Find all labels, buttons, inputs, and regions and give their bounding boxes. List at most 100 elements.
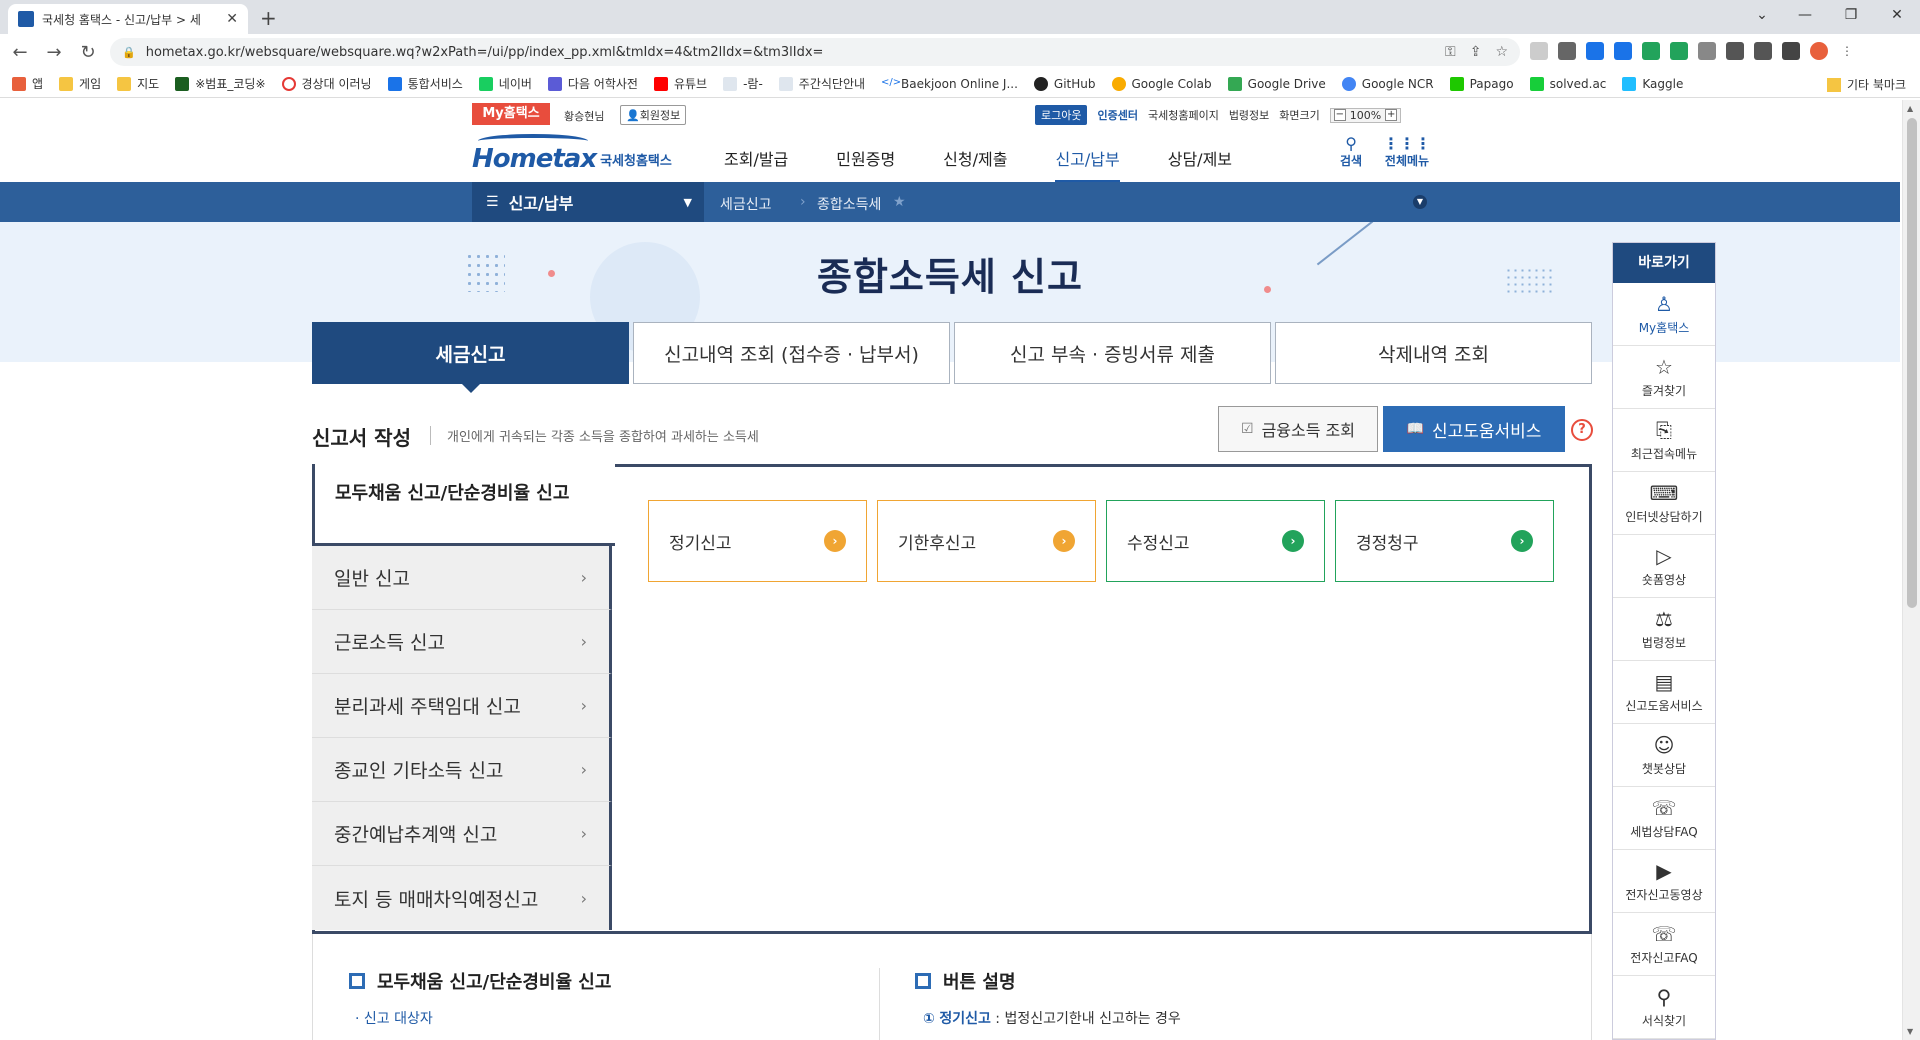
menu-item[interactable]: 근로소득 신고 ›: [312, 610, 612, 674]
browser-menu-icon[interactable]: ⋮: [1838, 42, 1856, 60]
menu-item[interactable]: 일반 신고 ›: [312, 546, 612, 610]
my-hometax-button[interactable]: My홈택스: [472, 103, 550, 125]
scroll-up-icon[interactable]: ▲: [1907, 104, 1913, 113]
quick-link-efiling-faq[interactable]: ☏ 전자신고FAQ: [1613, 913, 1715, 976]
tab-search-icon[interactable]: ⌄: [1742, 0, 1782, 34]
expand-chevron-icon[interactable]: ▼: [1413, 195, 1427, 209]
quick-link-my-hometax[interactable]: ♙ My홈택스: [1613, 283, 1715, 346]
scroll-down-icon[interactable]: ▼: [1907, 1027, 1913, 1036]
tab-submit-documents[interactable]: 신고 부속 · 증빙서류 제출: [954, 322, 1271, 384]
bookmark-item[interactable]: 통합서비스: [387, 75, 463, 92]
quick-link-shortform[interactable]: ▷ 숏폼영상: [1613, 535, 1715, 598]
bookmark-item[interactable]: 앱: [12, 75, 43, 92]
bookmark-item[interactable]: Papago: [1449, 76, 1514, 91]
quick-link-law[interactable]: ⚖ 법령정보: [1613, 598, 1715, 661]
menu-item[interactable]: 분리과세 주택임대 신고 ›: [312, 674, 612, 738]
scroll-thumb[interactable]: [1907, 118, 1917, 608]
tab-deleted-history[interactable]: 삭제내역 조회: [1275, 322, 1592, 384]
reading-list-icon[interactable]: [1754, 42, 1772, 60]
zoom-in-button[interactable]: +: [1385, 109, 1398, 121]
regular-filing-card[interactable]: 정기신고 ›: [648, 500, 867, 582]
url-text[interactable]: hometax.go.kr/websquare/websquare.wq?w2x…: [146, 45, 1431, 60]
extension-icon[interactable]: [1698, 42, 1716, 60]
maximize-icon[interactable]: ❐: [1828, 0, 1874, 34]
menu-item[interactable]: 종교인 기타소득 신고 ›: [312, 738, 612, 802]
side-panel-icon[interactable]: [1782, 42, 1800, 60]
hometax-logo[interactable]: Hometax 국세청홈택스: [472, 132, 672, 174]
bookmark-item[interactable]: 지도: [117, 75, 159, 92]
gnb-item[interactable]: 민원증명: [836, 146, 895, 183]
bookmark-item[interactable]: 경상대 이러닝: [281, 75, 372, 92]
amended-filing-card[interactable]: 수정신고 ›: [1106, 500, 1325, 582]
puzzle-icon[interactable]: [1726, 42, 1744, 60]
back-icon[interactable]: ←: [6, 42, 34, 63]
quick-link-forms[interactable]: ⚲ 서식찾기: [1613, 976, 1715, 1039]
quick-link-efiling-video[interactable]: ▶ 전자신고동영상: [1613, 850, 1715, 913]
page-scrollbar[interactable]: ▲ ▼: [1902, 100, 1920, 1040]
filing-help-button[interactable]: 📖 신고도움서비스: [1383, 406, 1565, 452]
bookmark-item[interactable]: ※범표_코딩※: [175, 75, 266, 92]
bookmark-item[interactable]: solved.ac: [1529, 76, 1606, 91]
bookmark-item[interactable]: 다음 어학사전: [547, 75, 638, 92]
extension-icon[interactable]: [1558, 42, 1576, 60]
nts-homepage-link[interactable]: 국세청홈페이지: [1148, 107, 1219, 123]
bookmark-item[interactable]: Google Colab: [1111, 76, 1212, 91]
help-question-icon[interactable]: ?: [1571, 419, 1593, 441]
law-info-link[interactable]: 법령정보: [1229, 107, 1269, 123]
bookmark-item[interactable]: Kaggle: [1622, 76, 1683, 91]
category-menu[interactable]: ☰ 신고/납부 ▼: [472, 182, 704, 222]
bookmark-item[interactable]: Google NCR: [1341, 76, 1434, 91]
bookmark-item[interactable]: 게임: [59, 75, 101, 92]
bookmark-item[interactable]: </> Baekjoon Online J...: [881, 76, 1018, 91]
new-tab-button[interactable]: +: [260, 6, 277, 30]
search-button[interactable]: ⚲ 검색: [1340, 136, 1362, 169]
cert-center-link[interactable]: 인증센터: [1097, 107, 1137, 123]
zoom-out-button[interactable]: −: [1333, 109, 1346, 121]
tab-tax-filing[interactable]: 세금신고: [312, 322, 629, 393]
profile-avatar-icon[interactable]: [1810, 42, 1828, 60]
favorite-star-icon[interactable]: ★: [893, 194, 906, 210]
breadcrumb-item[interactable]: 종합소득세: [817, 194, 881, 214]
quick-link-consult[interactable]: ⌨ 인터넷상담하기: [1613, 472, 1715, 535]
info-link[interactable]: · 신고 대상자: [355, 1008, 433, 1028]
gnb-item-active[interactable]: 신고/납부: [1055, 146, 1120, 183]
bookmark-star-icon[interactable]: ☆: [1495, 44, 1508, 60]
key-icon[interactable]: ⚿: [1445, 44, 1456, 60]
extension-icon[interactable]: [1614, 42, 1632, 60]
quick-link-favorites[interactable]: ☆ 즐겨찾기: [1613, 346, 1715, 409]
bookmark-item[interactable]: 주간식단안내: [778, 75, 865, 92]
extension-icon[interactable]: [1642, 42, 1660, 60]
extension-icon[interactable]: [1530, 42, 1548, 60]
other-bookmarks[interactable]: 기타 북마크: [1826, 76, 1906, 93]
forward-icon[interactable]: →: [40, 42, 68, 63]
quick-link-tax-faq[interactable]: ☏ 세법상담FAQ: [1613, 787, 1715, 850]
browser-tab[interactable]: 국세청 홈택스 - 신고/납부 > 세 ✕: [8, 4, 248, 34]
gnb-item[interactable]: 신청/제출: [943, 146, 1007, 183]
late-filing-card[interactable]: 기한후신고 ›: [877, 500, 1096, 582]
address-bar[interactable]: 🔒 hometax.go.kr/websquare/websquare.wq?w…: [110, 38, 1520, 66]
extension-icon[interactable]: [1586, 42, 1604, 60]
lock-icon[interactable]: 🔒: [122, 46, 136, 59]
minimize-icon[interactable]: —: [1782, 0, 1828, 34]
menu-item[interactable]: 중간예납추계액 신고 ›: [312, 802, 612, 866]
quick-link-chatbot[interactable]: ☺ 챗봇상담: [1613, 724, 1715, 787]
gnb-item[interactable]: 상담/제보: [1168, 146, 1232, 183]
bookmark-item[interactable]: GitHub: [1033, 76, 1096, 91]
bookmark-item[interactable]: -람-: [723, 75, 763, 92]
tab-close-icon[interactable]: ✕: [226, 11, 238, 27]
reload-icon[interactable]: ↻: [74, 42, 102, 63]
logout-button[interactable]: 로그아웃: [1035, 105, 1088, 125]
menu-item-active[interactable]: 모두채움 신고/단순경비율 신고: [312, 464, 615, 546]
member-info-button[interactable]: 👤회원정보: [620, 105, 687, 125]
quick-link-filing-help[interactable]: ▤ 신고도움서비스: [1613, 661, 1715, 724]
bookmark-item[interactable]: Google Drive: [1227, 76, 1326, 91]
all-menu-button[interactable]: ⋮⋮⋮ 전체메뉴: [1383, 136, 1431, 169]
share-icon[interactable]: ⇪: [1470, 44, 1482, 60]
bookmark-item[interactable]: 네이버: [478, 75, 532, 92]
financial-income-button[interactable]: ☑ 금융소득 조회: [1218, 406, 1378, 452]
correction-claim-card[interactable]: 경정청구 ›: [1335, 500, 1554, 582]
bookmark-item[interactable]: 유튜브: [653, 75, 707, 92]
quick-link-recent[interactable]: ⎘ 최근접속메뉴: [1613, 409, 1715, 472]
gnb-item[interactable]: 조회/발급: [724, 146, 788, 183]
tab-filing-history[interactable]: 신고내역 조회 (접수증 · 납부서): [633, 322, 950, 384]
